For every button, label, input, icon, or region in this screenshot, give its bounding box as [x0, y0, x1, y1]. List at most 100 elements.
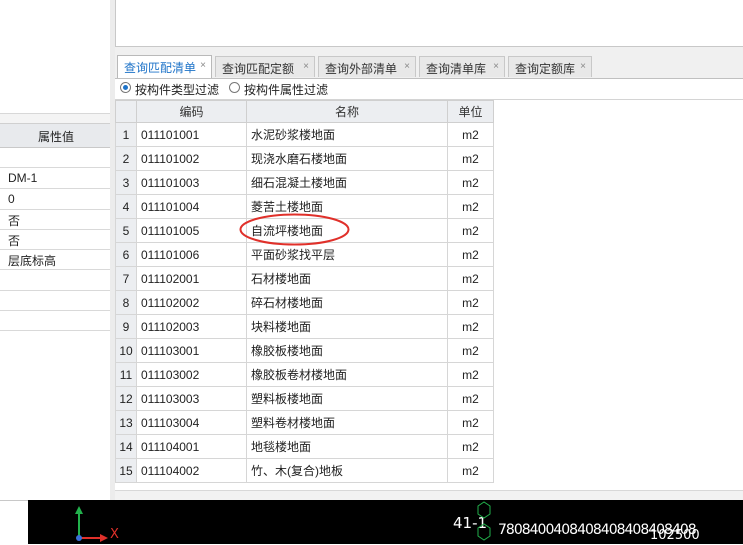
- filter-by-attribute-label[interactable]: 按构件属性过滤: [244, 81, 328, 98]
- row-number-cell: 3: [115, 170, 137, 195]
- filter-by-type-label[interactable]: 按构件类型过滤: [135, 81, 219, 98]
- table-row[interactable]: 14 011104001 地毯楼地面 m2: [115, 434, 494, 459]
- tab-query-bill-library[interactable]: 查询清单库 ×: [419, 56, 505, 77]
- name-cell: 自流坪楼地面: [246, 218, 448, 243]
- name-cell: 地毯楼地面: [246, 434, 448, 459]
- table-row[interactable]: 9 011102003 块料楼地面 m2: [115, 314, 494, 339]
- dimension-total: 102500: [650, 528, 700, 543]
- code-cell: 011102003: [136, 314, 247, 339]
- property-value: 0: [8, 192, 15, 206]
- name-column-header[interactable]: 名称: [246, 100, 448, 123]
- unit-cell: m2: [447, 338, 494, 363]
- unit-cell: m2: [447, 362, 494, 387]
- table-row[interactable]: 3 011101003 细石混凝土楼地面 m2: [115, 170, 494, 195]
- unit-cell: m2: [447, 434, 494, 459]
- filter-by-type-radio[interactable]: [120, 82, 131, 93]
- property-value-row[interactable]: [0, 270, 110, 291]
- table-row[interactable]: 10 011103001 橡胶板楼地面 m2: [115, 338, 494, 363]
- name-cell: 橡胶板楼地面: [246, 338, 448, 363]
- table-row[interactable]: 13 011103004 塑料卷材楼地面 m2: [115, 410, 494, 435]
- code-cell: 011101001: [136, 122, 247, 147]
- row-number-cell: 13: [115, 410, 137, 435]
- close-icon[interactable]: ×: [404, 61, 410, 72]
- code-cell: 011102002: [136, 290, 247, 315]
- row-number-cell: 5: [115, 218, 137, 243]
- tab-query-quota-library[interactable]: 查询定额库 ×: [508, 56, 592, 77]
- close-icon[interactable]: ×: [580, 61, 586, 72]
- tab-label: 查询匹配清单: [124, 61, 197, 75]
- row-number-header: [115, 100, 137, 123]
- property-panel-top: [0, 0, 110, 113]
- tab-query-matching-bill[interactable]: 查询匹配清单 ×: [117, 55, 212, 78]
- filter-by-attribute-radio[interactable]: [229, 82, 240, 93]
- tab-label: 查询清单库: [426, 62, 487, 76]
- name-cell: 现浇水磨石楼地面: [246, 146, 448, 171]
- drawing-canvas[interactable]: X 41-1 7808400408408408408408408 102500: [28, 500, 743, 544]
- property-value-header: 属性值: [0, 123, 110, 148]
- close-icon[interactable]: ×: [200, 60, 206, 71]
- table-row[interactable]: 5 011101005 自流坪楼地面 m2: [115, 218, 494, 243]
- unit-cell: m2: [447, 242, 494, 267]
- unit-cell: m2: [447, 266, 494, 291]
- code-cell: 011101002: [136, 146, 247, 171]
- property-value: 否: [8, 214, 21, 228]
- code-cell: 011101003: [136, 170, 247, 195]
- unit-column-header[interactable]: 单位: [447, 100, 494, 123]
- code-cell: 011101006: [136, 242, 247, 267]
- table-row[interactable]: 8 011102002 碎石材楼地面 m2: [115, 290, 494, 315]
- code-cell: 011101004: [136, 194, 247, 219]
- row-number-cell: 6: [115, 242, 137, 267]
- table-row[interactable]: 2 011101002 现浇水磨石楼地面 m2: [115, 146, 494, 171]
- table-row[interactable]: 12 011103003 塑料板楼地面 m2: [115, 386, 494, 411]
- property-value-row[interactable]: 层底标高: [0, 249, 110, 270]
- name-cell: 石材楼地面: [246, 266, 448, 291]
- name-cell: 平面砂浆找平层: [246, 242, 448, 267]
- close-icon[interactable]: ×: [303, 61, 309, 72]
- row-number-cell: 14: [115, 434, 137, 459]
- row-number-cell: 10: [115, 338, 137, 363]
- code-cell: 011101005: [136, 218, 247, 243]
- name-cell: 细石混凝土楼地面: [246, 170, 448, 195]
- code-cell: 011104002: [136, 458, 247, 483]
- property-value: 否: [8, 234, 21, 248]
- table-row[interactable]: 4 011101004 菱苦土楼地面 m2: [115, 194, 494, 219]
- code-cell: 011103004: [136, 410, 247, 435]
- top-edit-area[interactable]: [115, 0, 743, 47]
- table-row[interactable]: 15 011104002 竹、木(复合)地板 m2: [115, 458, 494, 483]
- code-cell: 011104001: [136, 434, 247, 459]
- status-corner: [0, 500, 28, 545]
- unit-cell: m2: [447, 122, 494, 147]
- table-row[interactable]: 1 011101001 水泥砂浆楼地面 m2: [115, 122, 494, 147]
- table-row[interactable]: 6 011101006 平面砂浆找平层 m2: [115, 242, 494, 267]
- unit-cell: m2: [447, 194, 494, 219]
- property-value: DM-1: [8, 171, 38, 185]
- property-value-row[interactable]: [0, 290, 110, 311]
- code-cell: 011103002: [136, 362, 247, 387]
- tab-query-matching-quota[interactable]: 查询匹配定额 ×: [215, 56, 315, 77]
- property-value-row[interactable]: 0: [0, 189, 110, 210]
- property-value-row[interactable]: DM-1: [0, 168, 110, 189]
- unit-cell: m2: [447, 386, 494, 411]
- bill-table-body: 1 011101001 水泥砂浆楼地面 m2 2 011101002 现浇水磨石楼地面 m2 3…: [115, 122, 494, 483]
- property-value-row[interactable]: 否: [0, 209, 110, 230]
- close-icon[interactable]: ×: [493, 61, 499, 72]
- property-value-row[interactable]: [0, 147, 110, 168]
- table-row[interactable]: 11 011103002 橡胶板卷材楼地面 m2: [115, 362, 494, 387]
- row-number-cell: 8: [115, 290, 137, 315]
- top-gap: [115, 47, 743, 54]
- row-number-cell: 15: [115, 458, 137, 483]
- property-value-row[interactable]: [0, 310, 110, 331]
- row-number-cell: 12: [115, 386, 137, 411]
- table-row[interactable]: 7 011102001 石材楼地面 m2: [115, 266, 494, 291]
- row-number-cell: 11: [115, 362, 137, 387]
- property-value: 层底标高: [8, 254, 57, 268]
- row-number-cell: 9: [115, 314, 137, 339]
- property-value-row[interactable]: 否: [0, 229, 110, 250]
- bill-list-grid: 编码 名称 单位 1 011101001 水泥砂浆楼地面 m2 2 011101002 现浇…: [115, 100, 743, 490]
- property-value-header-label: 属性值: [38, 130, 75, 144]
- code-column-header[interactable]: 编码: [136, 100, 247, 123]
- name-cell: 水泥砂浆楼地面: [246, 122, 448, 147]
- tab-query-external-bill[interactable]: 查询外部清单 ×: [318, 56, 416, 77]
- name-cell: 塑料卷材楼地面: [246, 410, 448, 435]
- row-number-cell: 4: [115, 194, 137, 219]
